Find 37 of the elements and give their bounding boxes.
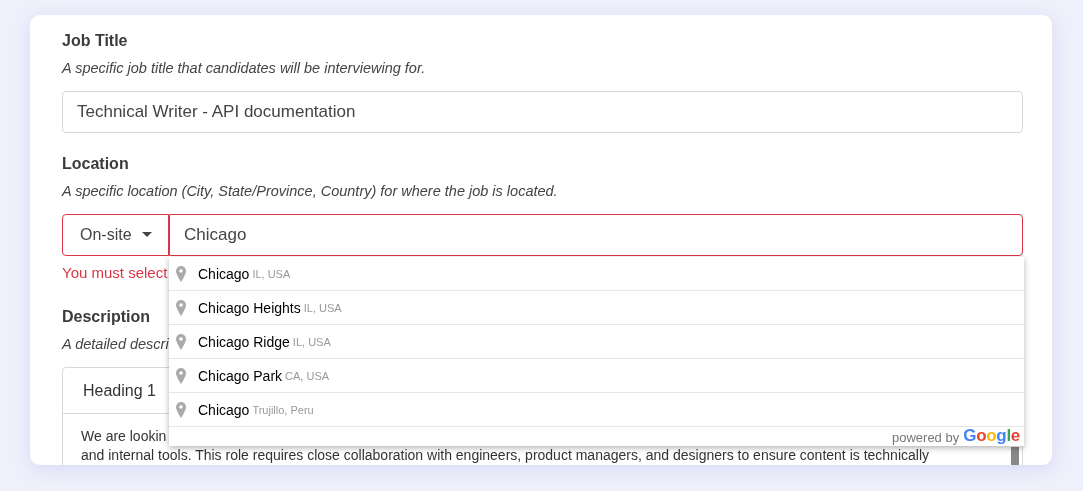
region-name: IL, USA bbox=[292, 335, 331, 348]
city-name: Chicago Park bbox=[198, 367, 283, 384]
region-name: Trujillo, Peru bbox=[252, 403, 314, 416]
field-label: Job Title bbox=[62, 31, 128, 51]
suggestion-item[interactable]: Chicago Heights IL, USA bbox=[169, 290, 1024, 324]
caret-icon bbox=[141, 232, 152, 238]
suggestion-item[interactable]: Chicago Ridge IL, USA bbox=[169, 324, 1024, 358]
suggestion-item[interactable]: Chicago Park CA, USA bbox=[169, 358, 1024, 392]
description-line: We are lookin bbox=[81, 427, 167, 446]
map-pin-icon bbox=[176, 367, 186, 384]
city-name: Chicago bbox=[198, 265, 250, 282]
field-hint: A specific job title that candidates will be interviewing for. bbox=[62, 60, 426, 76]
attribution-text: powered by bbox=[891, 430, 960, 445]
suggestion-item[interactable]: Chicago IL, USA bbox=[169, 257, 1024, 290]
map-pin-icon bbox=[176, 299, 186, 316]
description-line: and internal tools. This role requires close collaboration with engineers, product managers, and designers to ensure content is technically bbox=[81, 446, 929, 465]
region-name: IL, USA bbox=[252, 267, 291, 280]
job-title-input[interactable]: Technical Writer - API documentation bbox=[62, 91, 1023, 133]
field-label: Description bbox=[62, 307, 150, 327]
map-pin-icon bbox=[176, 401, 186, 418]
map-pin-icon bbox=[176, 265, 186, 282]
city-name: Chicago Ridge bbox=[198, 333, 290, 350]
work-mode-select[interactable]: On-site bbox=[62, 214, 169, 256]
city-name: Chicago bbox=[198, 401, 250, 418]
region-name: CA, USA bbox=[285, 369, 330, 382]
field-hint: A detailed descri bbox=[62, 336, 169, 352]
heading-select[interactable]: Heading 1 bbox=[81, 381, 158, 400]
error-message: You must select bbox=[62, 265, 168, 281]
location-input[interactable]: Chicago bbox=[169, 214, 1023, 256]
field-hint: A specific location (City, State/Province, Country) for where the job is located. bbox=[62, 183, 558, 199]
city-name: Chicago Heights bbox=[198, 299, 301, 316]
field-label: Location bbox=[62, 154, 129, 174]
suggestion-item[interactable]: Chicago Trujillo, Peru bbox=[169, 392, 1024, 426]
scrollbar[interactable] bbox=[1011, 447, 1019, 465]
region-name: IL, USA bbox=[303, 301, 342, 314]
map-pin-icon bbox=[176, 333, 186, 350]
google-logo: Google bbox=[963, 427, 1020, 445]
